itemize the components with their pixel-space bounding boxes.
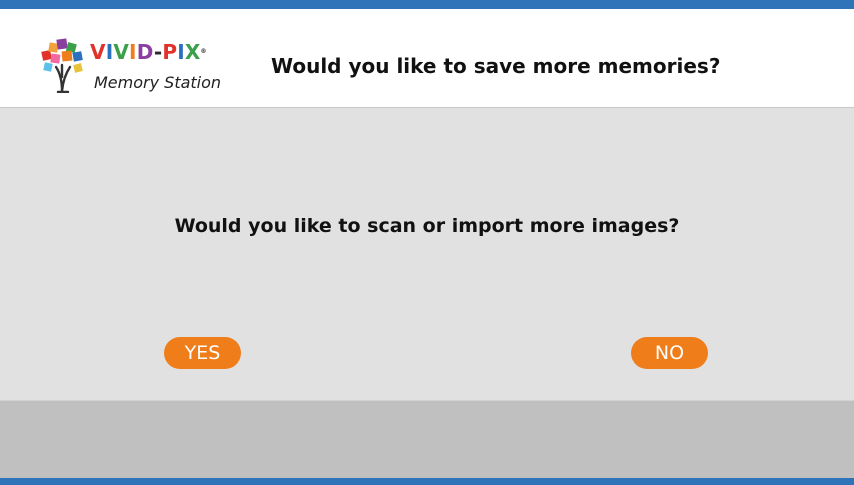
- photo-tree-logo-icon: [41, 38, 83, 93]
- page-title: Would you like to save more memories?: [271, 54, 721, 78]
- trademark-mark: ®: [200, 48, 207, 55]
- logo-subtitle: Memory Station: [94, 73, 222, 92]
- footer-panel: [0, 400, 854, 478]
- top-accent-bar: [0, 0, 854, 9]
- dialog-prompt: Would you like to scan or import more im…: [174, 215, 680, 237]
- dialog-panel: Would you like to scan or import more im…: [0, 108, 854, 400]
- no-button[interactable]: NO: [631, 337, 708, 369]
- header: VIVID-PIX® Memory Station Would you like…: [0, 9, 854, 107]
- vivid-pix-logo: VIVID-PIX® Memory Station: [40, 37, 222, 97]
- yes-button[interactable]: YES: [164, 337, 241, 369]
- logo-brand-text: VIVID-PIX®: [90, 40, 207, 64]
- bottom-accent-bar: [0, 478, 854, 485]
